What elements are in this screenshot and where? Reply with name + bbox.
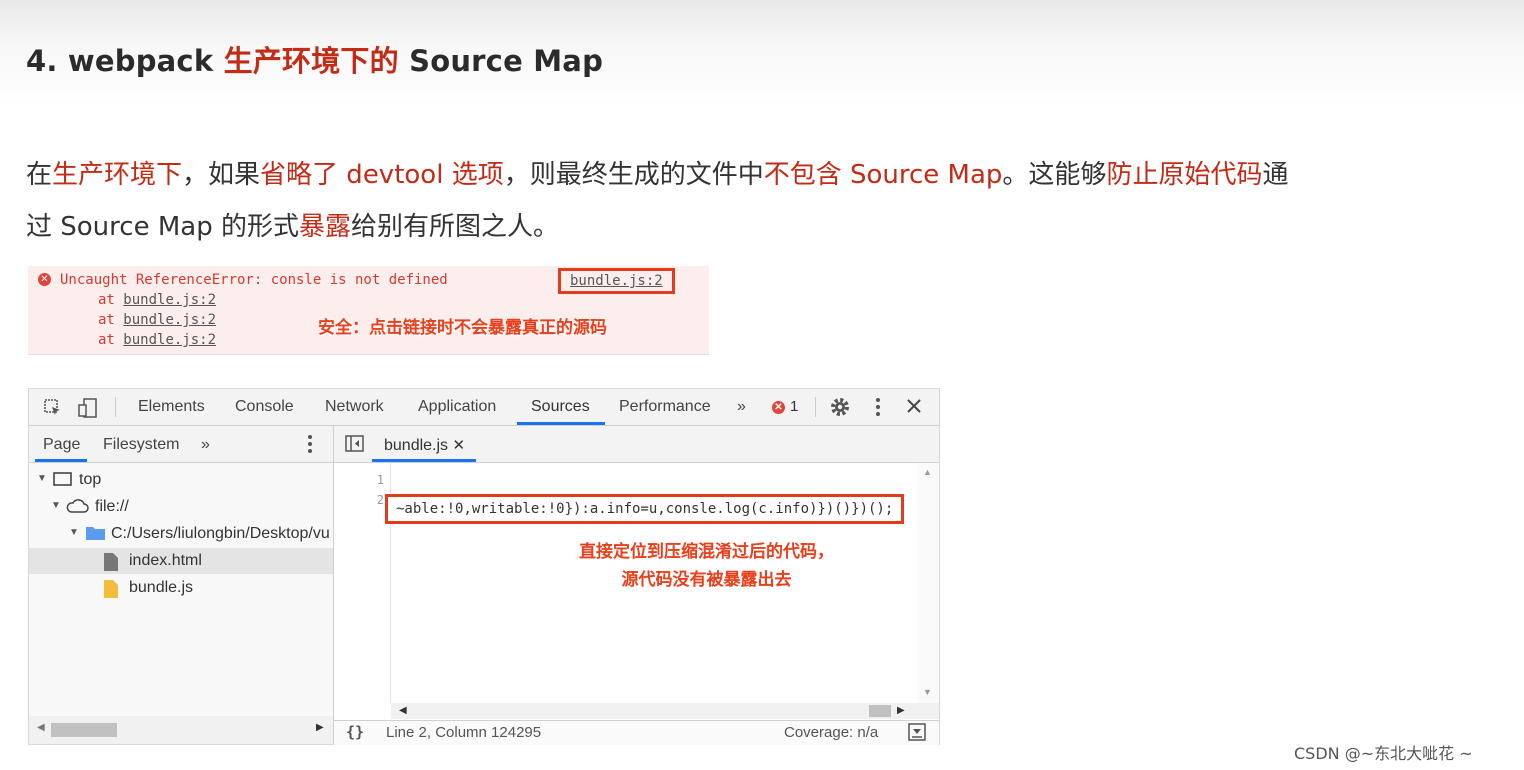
more-tabs-icon[interactable]: » [737, 398, 746, 416]
tab-performance[interactable]: Performance [619, 398, 711, 416]
expand-triangle-icon[interactable]: ▼ [37, 473, 47, 484]
editor-horizontal-scrollbar[interactable]: ◀ ▶ [391, 703, 939, 719]
page-title: 4. webpack 生产环境下的 Source Map [26, 44, 604, 78]
tab-network[interactable]: Network [325, 398, 384, 416]
scroll-down-icon[interactable]: ▼ [923, 687, 932, 697]
folder-icon [85, 525, 107, 546]
scroll-right-icon[interactable]: ▶ [897, 705, 905, 716]
tab-application[interactable]: Application [418, 398, 496, 416]
cursor-position: Line 2, Column 124295 [386, 724, 542, 741]
editor-tabbar: bundle.js ✕ [334, 426, 939, 463]
scrollbar-thumb[interactable] [51, 723, 117, 737]
body-text: ，则最终生成的文件中 [503, 160, 764, 190]
stack-frame-link[interactable]: bundle.js:2 [123, 292, 216, 308]
html-file-icon [103, 552, 119, 574]
tree-item-file[interactable]: ▼ file:// [29, 494, 333, 520]
body-text: 在 [26, 160, 53, 190]
tree-item-top[interactable]: ▼ top [29, 467, 333, 493]
scroll-left-icon[interactable]: ◀ [37, 722, 45, 733]
scroll-up-icon[interactable]: ▲ [923, 467, 932, 477]
paragraph-line-2: 过 Source Map 的形式暴露给别有所图之人。 [26, 206, 559, 243]
csdn-watermark: CSDN @~东北大呲花 ~ [1294, 744, 1473, 763]
body-text: 通 [1262, 160, 1289, 190]
scrollbar-thumb[interactable] [869, 705, 891, 717]
stack-frame-link[interactable]: bundle.js:2 [123, 312, 216, 328]
error-icon: ✕ [772, 401, 785, 414]
highlight-text: 防止原始代码 [1106, 160, 1263, 190]
inspect-element-icon[interactable] [43, 398, 63, 423]
error-console-snippet: ✕ Uncaught ReferenceError: consle is not… [28, 266, 709, 355]
highlight-text: 生产环境下 [52, 160, 183, 190]
body-text: 过 Source Map 的形式 [26, 212, 299, 242]
toggle-navigator-icon[interactable] [345, 435, 365, 458]
error-icon: ✕ [38, 273, 51, 286]
toolbar-divider [115, 397, 116, 417]
editor-status-bar: {} Line 2, Column 124295 Coverage: n/a [334, 720, 939, 745]
scroll-left-icon[interactable]: ◀ [399, 705, 407, 716]
sources-navigator: Page Filesystem » ▼ top ▼ file:// ▼ C:/U… [29, 426, 334, 744]
stack-frame: at bundle.js:2 [98, 332, 217, 348]
tree-item-index-html[interactable]: index.html [29, 548, 333, 574]
more-navigator-tabs-icon[interactable]: » [201, 436, 210, 454]
stack-frame: at bundle.js:2 [98, 312, 217, 328]
body-text: 。这能够 [1002, 160, 1107, 190]
stack-frame-link[interactable]: bundle.js:2 [123, 332, 216, 348]
security-callout: 安全：点击链接时不会暴露真正的源码 [318, 318, 607, 338]
gear-icon[interactable] [829, 396, 851, 423]
scroll-right-icon[interactable]: ▶ [316, 722, 324, 733]
minified-code-line[interactable]: ~able:!0,writable:!0}):a.info=u,consle.l… [385, 494, 905, 524]
tab-page[interactable]: Page [43, 436, 80, 454]
expand-triangle-icon[interactable]: ▼ [69, 527, 79, 538]
tab-filesystem[interactable]: Filesystem [103, 436, 179, 454]
devtools-tabbar: Elements Console Network Application Sou… [29, 389, 939, 426]
error-count-badge[interactable]: ✕ 1 [772, 398, 798, 415]
paragraph-line-1: 在生产环境下，如果省略了 devtool 选项，则最终生成的文件中不包含 Sou… [26, 154, 1288, 191]
editor-file-tab[interactable]: bundle.js ✕ [384, 436, 465, 455]
tree-item-bundle-js[interactable]: bundle.js [29, 575, 333, 601]
active-tab-indicator [35, 459, 87, 462]
highlight-text: 不包含 Source Map [763, 160, 1003, 190]
close-icon[interactable] [906, 398, 922, 419]
device-toolbar-icon[interactable] [77, 398, 99, 423]
coverage-status: Coverage: n/a [784, 724, 879, 741]
frame-icon [53, 471, 73, 492]
error-source-link[interactable]: bundle.js:2 [558, 268, 675, 294]
tab-elements[interactable]: Elements [138, 398, 205, 416]
body-text: 给别有所图之人。 [350, 212, 559, 242]
error-message: Uncaught ReferenceError: consle is not d… [60, 272, 448, 288]
active-tab-indicator [372, 459, 476, 462]
navigator-horizontal-scrollbar[interactable]: ◀ ▶ [29, 716, 333, 744]
kebab-menu-icon[interactable] [872, 397, 884, 422]
active-tab-indicator [517, 422, 605, 425]
kebab-menu-icon[interactable] [305, 434, 315, 459]
line-number-gutter: 1 2 [334, 463, 391, 703]
js-file-icon [103, 579, 119, 601]
stack-frame: at bundle.js:2 [98, 292, 217, 308]
drawer-toggle-icon[interactable] [908, 723, 926, 745]
pretty-print-icon[interactable]: {} [346, 723, 364, 741]
expand-triangle-icon[interactable]: ▼ [51, 500, 61, 511]
body-text: ，如果 [182, 160, 261, 190]
toolbar-divider [815, 397, 816, 417]
close-tab-icon[interactable]: ✕ [453, 437, 466, 454]
cloud-icon [65, 498, 89, 519]
highlight-text: 暴露 [298, 212, 351, 242]
highlight-text: 省略了 devtool 选项 [260, 160, 504, 190]
tab-sources[interactable]: Sources [531, 398, 590, 416]
tree-item-folder[interactable]: ▼ C:/Users/liulongbin/Desktop/vu [29, 521, 333, 547]
tab-console[interactable]: Console [235, 398, 294, 416]
devtools-panel: Elements Console Network Application Sou… [28, 388, 940, 745]
source-editor: bundle.js ✕ 1 2 ~able:!0,writable:!0}):a… [334, 426, 939, 745]
minified-code-callout: 直接定位到压缩混淆过后的代码， 源代码没有被暴露出去 [579, 542, 834, 590]
editor-vertical-scrollbar[interactable]: ▲ ▼ [917, 463, 939, 703]
navigator-tabbar: Page Filesystem » [29, 426, 333, 463]
